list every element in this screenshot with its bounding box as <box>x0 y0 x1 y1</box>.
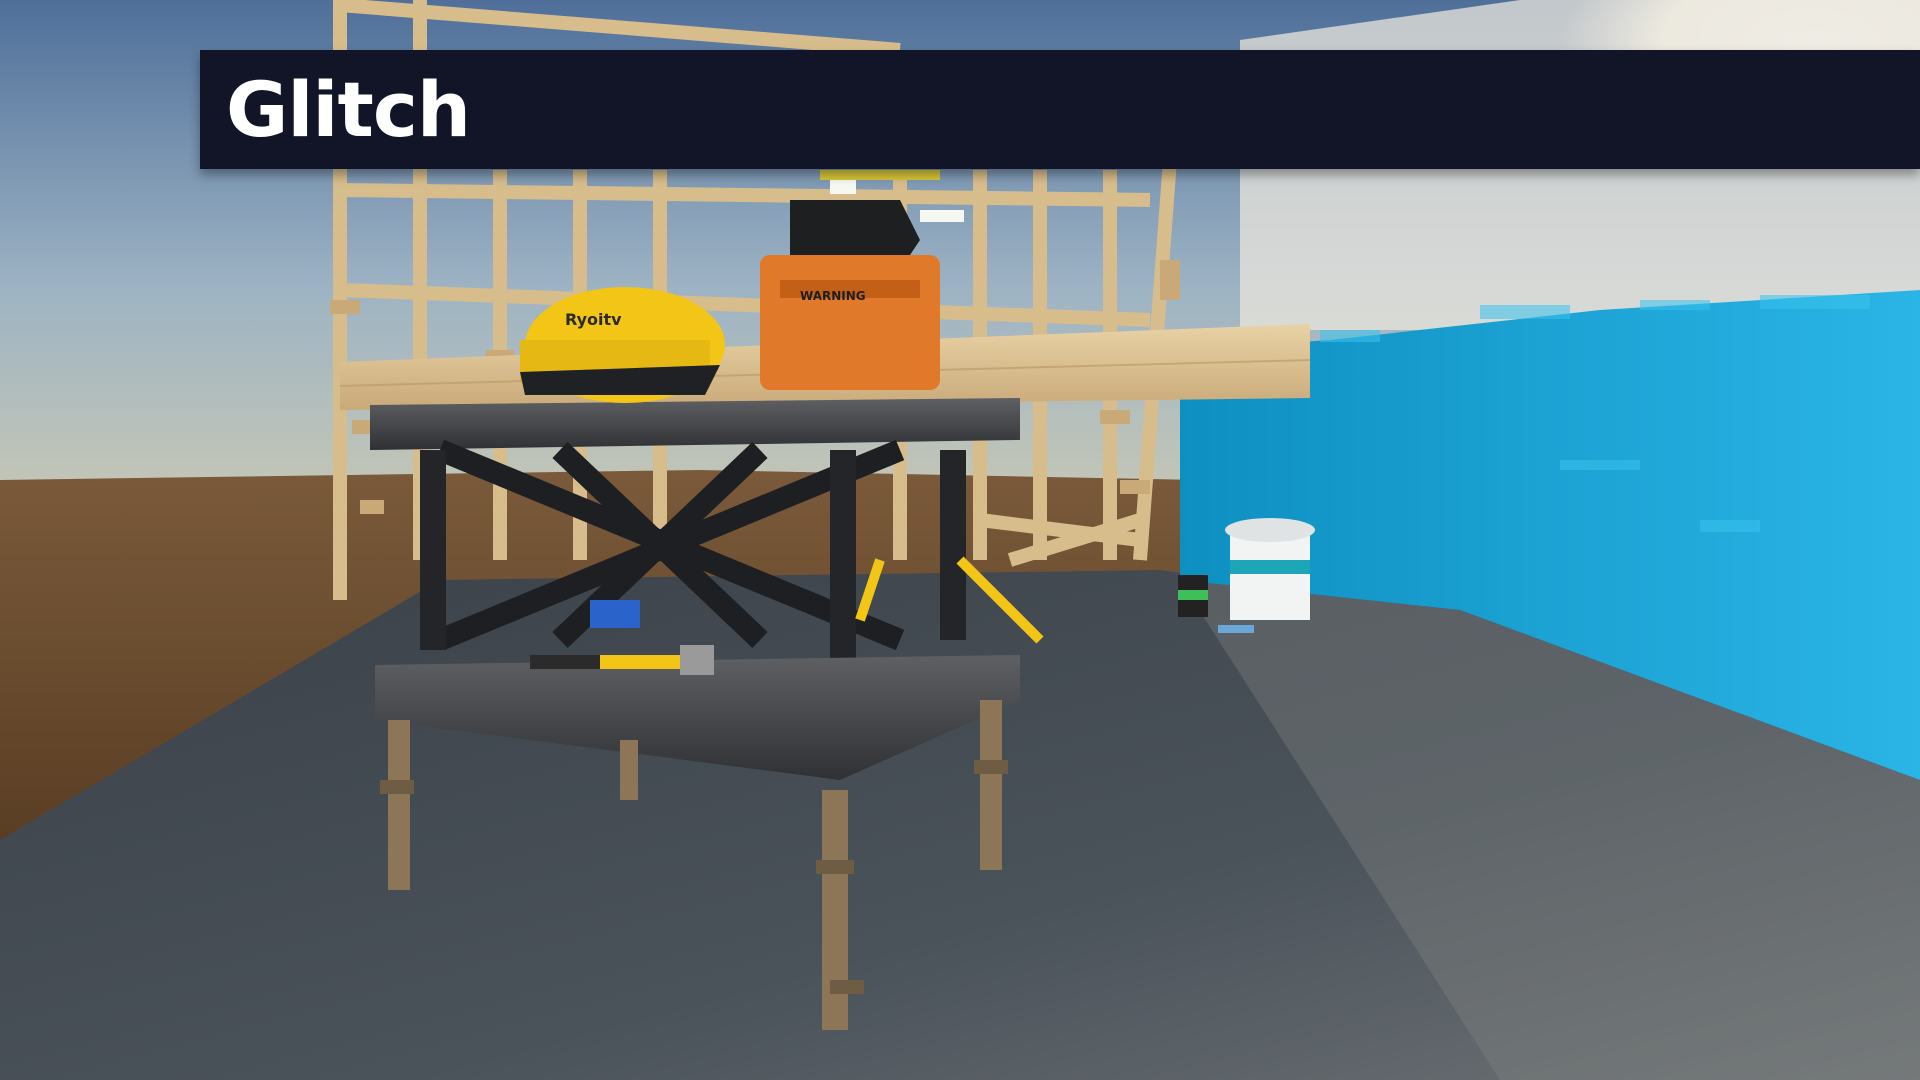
title-banner: Glitch <box>200 50 1920 169</box>
blue-tool <box>590 600 640 628</box>
game-scene: Ryoitv WARNING Glitch <box>0 0 1920 1080</box>
title-text: Glitch <box>226 65 471 154</box>
jigsaw-warning-label: WARNING <box>800 289 866 303</box>
hard-hat-brand: Ryoitv <box>565 310 622 329</box>
